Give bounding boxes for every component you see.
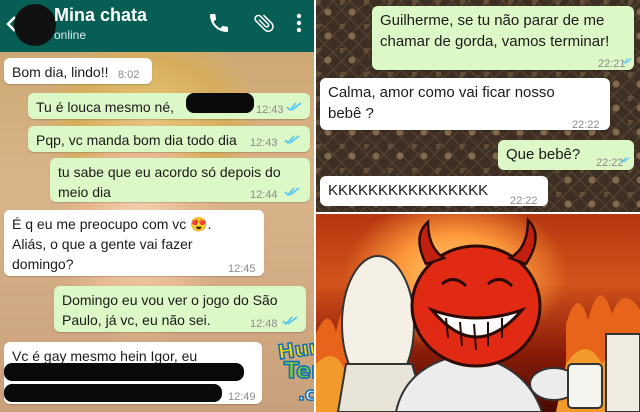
message-time: 12:45	[228, 263, 256, 275]
double-check-icon	[622, 58, 632, 64]
message-time: 22:22	[572, 119, 600, 131]
message-text-line: Calma, amor como vai ficar nosso	[328, 84, 555, 101]
left-chat-screenshot: Mina chata online Bom dia, lindo!! 8:02 …	[0, 0, 314, 412]
more-vert-icon[interactable]	[293, 11, 305, 35]
double-check-icon	[286, 102, 302, 112]
devil-trollface-meme	[316, 214, 640, 412]
message-text-line: domingo?	[12, 256, 74, 272]
message-time: 12:44	[250, 189, 278, 201]
message-text-line: .	[207, 216, 212, 232]
message-text-line: É q eu me preocupo com vc	[12, 216, 187, 232]
message-bubble[interactable]: Que bebê? 22:22	[498, 140, 634, 170]
message-bubble[interactable]: Pqp, vc manda bom dia todo dia 12:43	[28, 126, 310, 152]
message-time: 12:48	[250, 318, 278, 330]
paperclip-icon[interactable]	[252, 11, 276, 35]
message-bubble[interactable]: Bom dia, lindo!! 8:02	[4, 58, 152, 84]
message-text-line: tu sabe que eu acordo só depois do	[58, 164, 281, 180]
message-bubble[interactable]: É q eu me preocupo com vc 😍. Aliás, o qu…	[4, 210, 264, 276]
message-text: Tu é louca mesmo né,	[36, 99, 174, 115]
chat-header: Mina chata online	[0, 0, 314, 52]
message-text: Que bebê?	[506, 146, 581, 163]
message-text-line: bebê ?	[328, 105, 374, 122]
double-check-icon	[284, 187, 300, 197]
redaction-bar	[4, 363, 244, 381]
right-chat-screenshot: Guilherme, se tu não parar de me chamar …	[316, 0, 640, 212]
contact-status: online	[54, 28, 87, 42]
message-time: 22:22	[510, 195, 538, 207]
message-text-line: Aliás, o que a gente vai fazer	[12, 236, 193, 252]
message-time: 12:49	[228, 391, 256, 403]
message-bubble[interactable]: Calma, amor como vai ficar nosso bebê ? …	[320, 78, 610, 131]
message-time: 8:02	[118, 69, 140, 81]
contact-name[interactable]: Mina chata	[54, 5, 147, 26]
message-text: Pqp, vc manda bom dia todo dia	[36, 132, 237, 148]
redaction-bar	[186, 93, 254, 113]
chair-armrest	[605, 333, 640, 412]
message-bubble[interactable]: Tu é louca mesmo né, 12:43	[28, 93, 310, 119]
heart-eyes-emoji: 😍	[190, 216, 208, 232]
message-bubble[interactable]: tu sabe que eu acordo só depois do meio …	[50, 158, 310, 202]
double-check-icon	[284, 135, 300, 145]
message-text-line: Domingo eu vou ver o jogo do São	[62, 292, 278, 308]
avatar[interactable]	[14, 4, 56, 46]
double-check-icon	[620, 157, 630, 163]
devil-horn-left	[418, 219, 447, 266]
message-text: Vc é gay mesmo hein Igor, eu	[12, 348, 198, 364]
message-text-line: chamar de gorda, vamos terminar!	[380, 33, 610, 50]
message-time: 12:43	[250, 137, 278, 149]
meme-illustration	[316, 216, 640, 412]
message-text: KKKKKKKKKKKKKKKK	[328, 182, 489, 199]
redaction-bar	[4, 384, 222, 402]
message-time: 12:43	[256, 104, 284, 116]
message-text-line: Guilherme, se tu não parar de me	[380, 12, 605, 29]
devil-horn-right	[507, 216, 537, 266]
phone-icon[interactable]	[207, 11, 231, 35]
message-bubble[interactable]: Domingo eu vou ver o jogo do São Paulo, …	[54, 286, 306, 332]
message-bubble[interactable]: KKKKKKKKKKKKKKKK 22:22	[320, 176, 548, 207]
message-bubble[interactable]: Guilherme, se tu não parar de me chamar …	[372, 6, 634, 70]
message-text: Bom dia, lindo!!	[12, 64, 109, 80]
teacup	[567, 363, 603, 409]
double-check-icon	[282, 316, 298, 326]
